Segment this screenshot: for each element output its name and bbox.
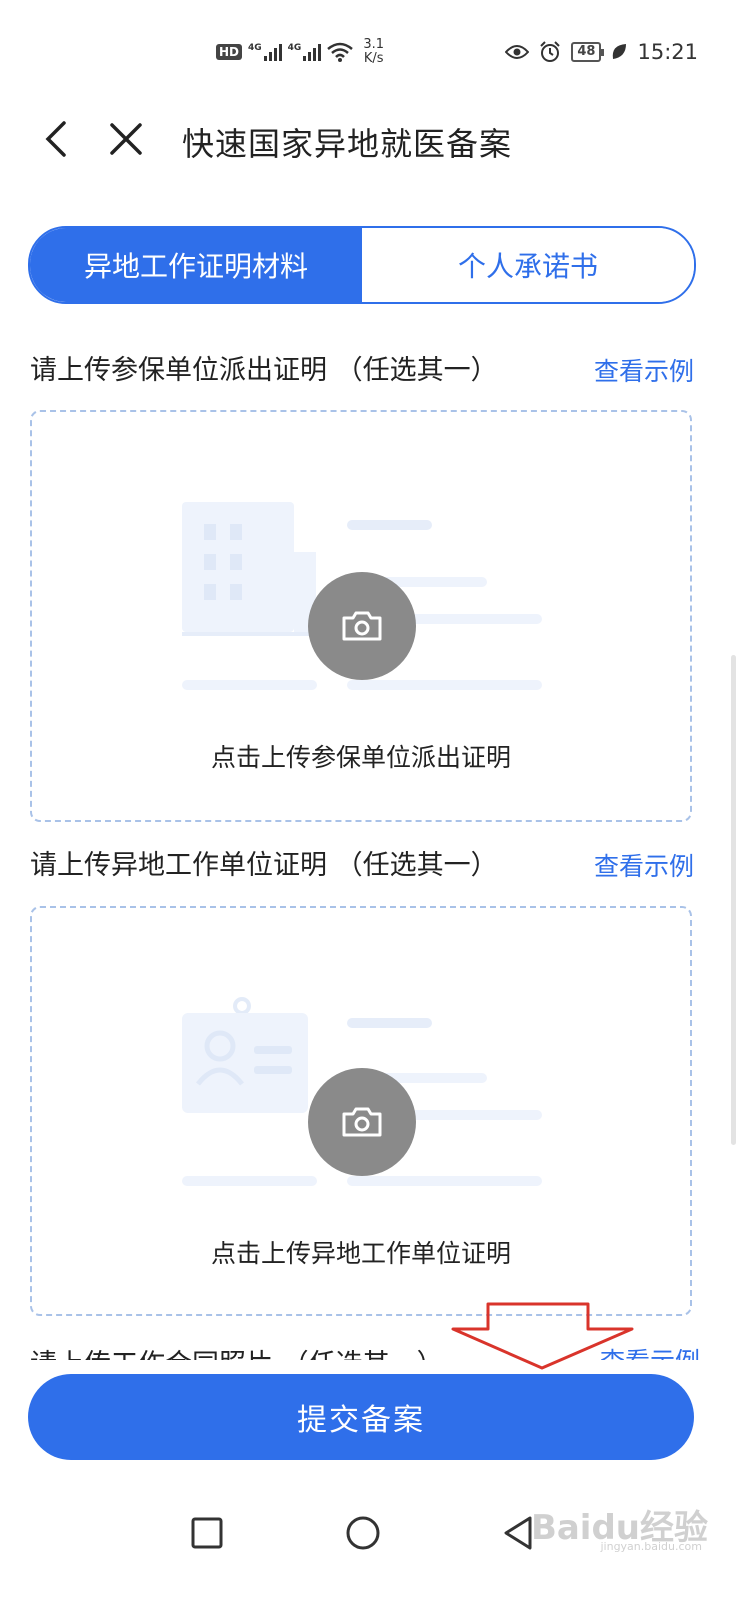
camera-icon [342,611,382,641]
signal-icon-2: 4G [288,43,322,61]
upload-caption-work-unit-proof: 点击上传异地工作单位证明 [210,1239,511,1268]
network-type-1: 4G [248,43,262,53]
battery-icon: 48 [571,42,605,62]
watermark-subtext: jingyan.baidu.com [600,1540,702,1553]
scrollbar[interactable] [731,655,736,1145]
tab-work-proof[interactable]: 异地工作证明材料 [30,228,362,302]
view-example-link-1[interactable]: 查看示例 [594,352,694,388]
alarm-icon [540,41,561,62]
annotation-down-arrow-icon [451,1302,634,1370]
page-title: 快速国家异地就医备案 [182,125,513,163]
app-header: 快速国家异地就医备案 [0,105,738,175]
eye-icon [505,45,530,59]
tab-personal-commitment[interactable]: 个人承诺书 [362,228,694,302]
section-title-dispatch-proof: 请上传参保单位派出证明 （任选其一） [30,355,498,386]
home-icon[interactable] [338,1508,388,1558]
leaf-icon [613,44,627,59]
camera-upload-button-1[interactable] [308,572,416,680]
segmented-tabs: 异地工作证明材料 个人承诺书 [28,226,696,304]
section-title-work-unit-proof: 请上传异地工作单位证明 （任选其一） [30,850,498,881]
baidu-watermark: Baidu经验 jingyan.baidu.com [531,1500,708,1553]
camera-upload-button-2[interactable] [308,1068,416,1176]
upload-area-dispatch-proof[interactable]: 点击上传参保单位派出证明 [30,410,692,822]
clock: 15:21 [637,40,698,64]
status-right: 48 15:21 [505,40,698,64]
speed-value: 3.1 [363,37,385,52]
network-type-2: 4G [287,43,302,53]
back-arrow-icon[interactable] [38,117,78,161]
speed-unit: K/s [363,51,384,66]
camera-icon [342,1107,382,1137]
signal-icon-1: 4G [248,43,282,61]
section-title-contract-photo: 请上传工作合同照片 （任选其一） [30,1342,444,1360]
submit-button[interactable]: 提交备案 [28,1374,694,1460]
hd-icon: HD [216,44,243,60]
status-left: HD 4G 4G 3.1 K/s [216,38,384,66]
network-speed: 3.1 K/s [363,38,384,66]
wifi-icon [327,42,354,62]
view-example-link-2[interactable]: 查看示例 [594,847,694,883]
upload-caption-dispatch-proof: 点击上传参保单位派出证明 [210,743,511,772]
recent-apps-icon[interactable] [182,1508,232,1558]
upload-area-work-unit-proof[interactable]: 点击上传异地工作单位证明 [30,906,692,1316]
status-bar: HD 4G 4G 3.1 K/s 48 15:21 [0,0,738,105]
close-icon[interactable] [106,117,146,161]
